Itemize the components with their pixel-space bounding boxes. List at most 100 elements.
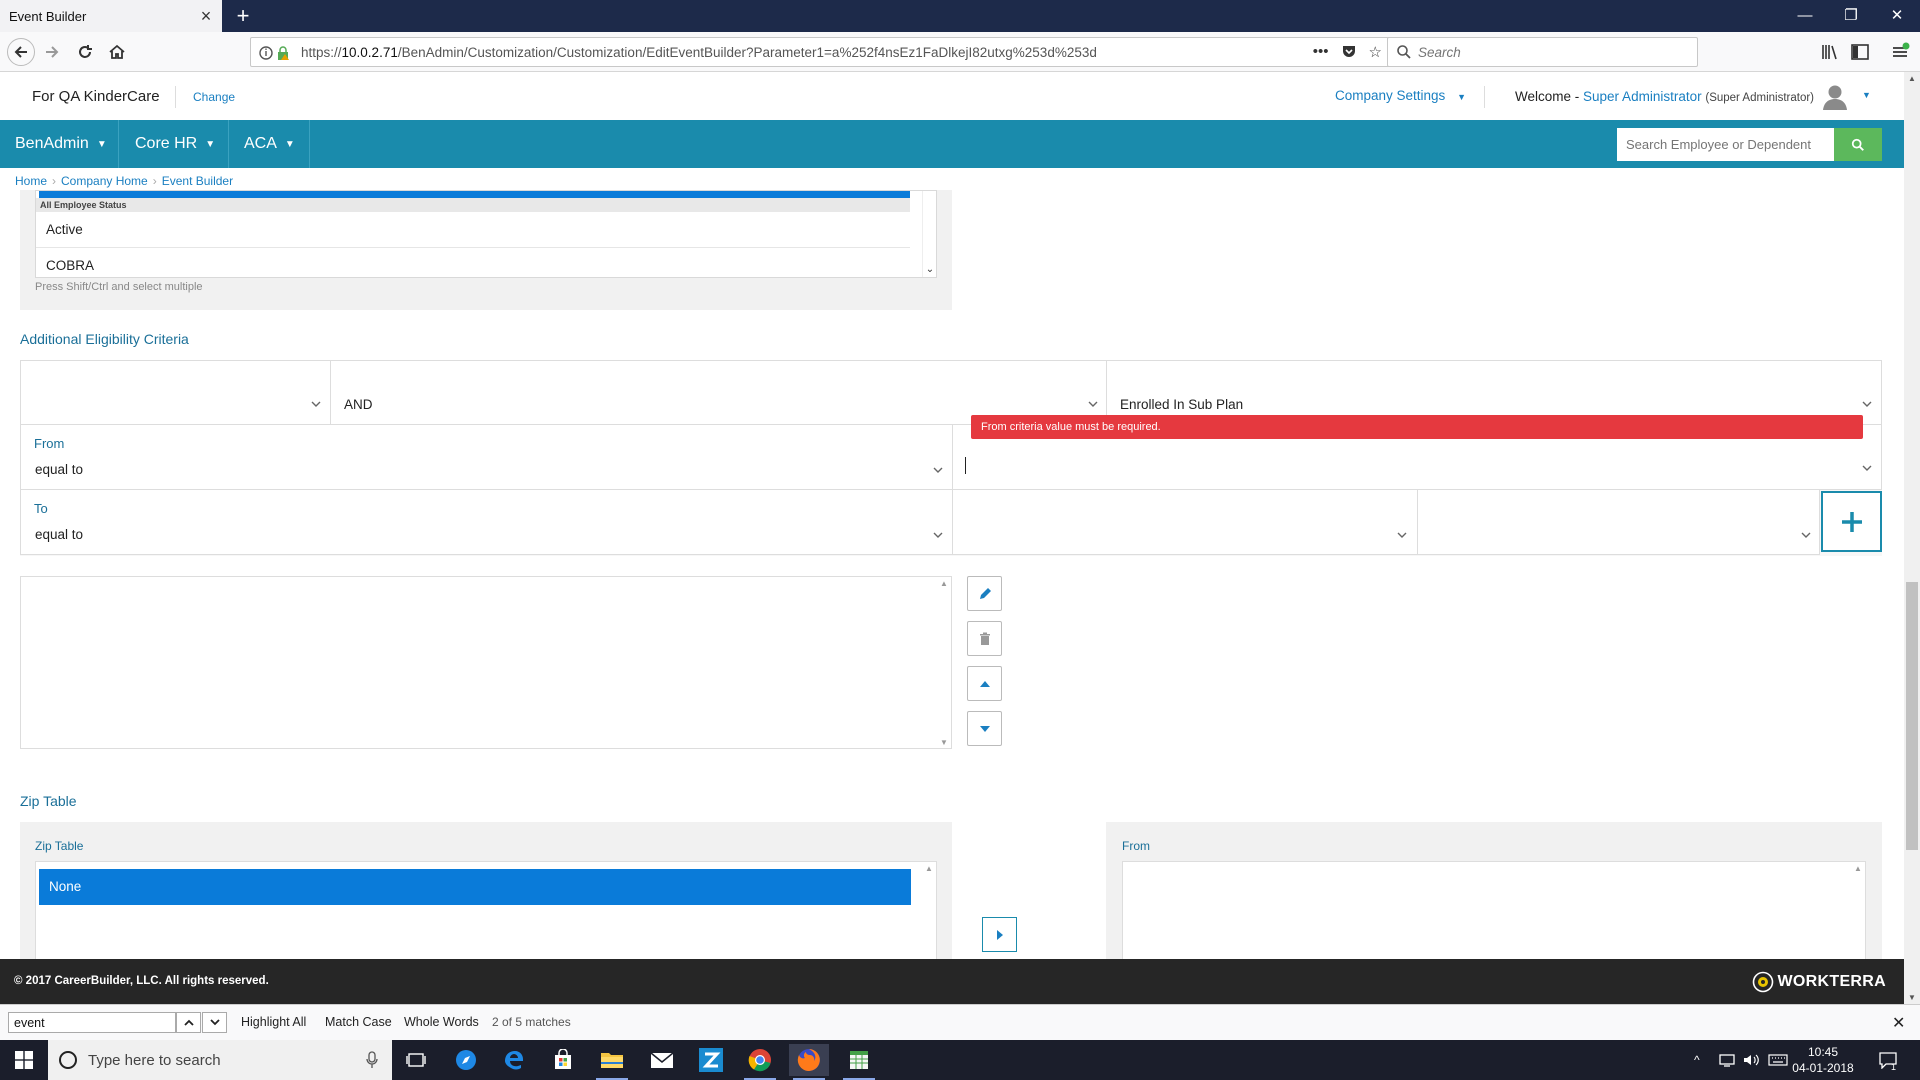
eligibility-section-title: Additional Eligibility Criteria [20, 331, 189, 347]
chevron-up-icon[interactable]: ▲ [922, 864, 936, 873]
zip-table-label: Zip Table [35, 839, 84, 853]
new-tab-icon[interactable]: + [230, 3, 256, 29]
menu-label: ACA [244, 135, 277, 152]
sidebar-icon[interactable] [1850, 42, 1870, 62]
copyright-text: © 2017 CareerBuilder, LLC. All rights re… [14, 975, 269, 987]
browser-tab-event-builder[interactable]: Event Builder × [0, 0, 222, 32]
list-scrollbar[interactable]: ▲ ▼ [937, 579, 951, 747]
to-value-select-2[interactable] [1417, 489, 1820, 555]
close-window-icon[interactable]: ✕ [1874, 0, 1920, 32]
company-settings-menu[interactable]: Company Settings ▼ [1335, 88, 1466, 103]
from-comparison-select[interactable]: From equal to [20, 424, 953, 490]
file-explorer-icon[interactable] [592, 1044, 632, 1080]
mail-icon[interactable] [642, 1044, 682, 1076]
list-scrollbar[interactable]: ⌄ [922, 191, 936, 277]
menu-aca[interactable]: ACA ▼ [229, 120, 309, 168]
match-case-toggle[interactable]: Match Case [325, 1015, 392, 1029]
task-view-icon[interactable] [396, 1044, 436, 1076]
browser-search-input[interactable] [1418, 42, 1688, 62]
bookmark-star-icon[interactable]: ☆ [1369, 43, 1382, 63]
user-role: (Super Administrator) [1705, 92, 1815, 104]
delete-criteria-button[interactable] [967, 621, 1002, 656]
criteria-type-value: Enrolled In Sub Plan [1120, 397, 1244, 412]
find-input[interactable] [8, 1012, 176, 1033]
start-button[interactable] [0, 1040, 48, 1080]
zip-section-title: Zip Table [20, 793, 77, 809]
pocket-icon[interactable] [1341, 43, 1357, 63]
restore-icon[interactable]: ❐ [1828, 0, 1874, 32]
move-right-button[interactable] [982, 917, 1017, 952]
add-criteria-button[interactable] [1821, 491, 1882, 552]
move-up-button[interactable] [967, 666, 1002, 701]
store-icon[interactable] [543, 1044, 583, 1076]
criteria-first-select[interactable] [20, 360, 331, 425]
z-app-icon[interactable] [691, 1044, 731, 1076]
scroll-down-icon[interactable]: ▼ [1904, 993, 1920, 1002]
windows-logo-icon [15, 1051, 33, 1069]
breadcrumb-event-builder[interactable]: Event Builder [162, 174, 233, 188]
search-icon [1851, 138, 1864, 151]
spreadsheet-app-icon[interactable] [839, 1044, 879, 1080]
chevron-up-icon [183, 1019, 194, 1026]
list-item[interactable]: Active [36, 212, 910, 248]
scroll-up-icon[interactable]: ▲ [1904, 74, 1920, 83]
change-company-link[interactable]: Change [193, 90, 235, 104]
avatar[interactable] [1820, 82, 1850, 112]
find-next-button[interactable] [202, 1012, 227, 1033]
find-match-count: 2 of 5 matches [492, 1015, 571, 1029]
page-scrollbar[interactable]: ▲ ▼ [1904, 72, 1920, 1004]
chevron-down-icon[interactable]: ⌄ [923, 264, 936, 275]
highlight-all-toggle[interactable]: Highlight All [241, 1015, 306, 1029]
trash-icon [979, 632, 990, 645]
menu-icon[interactable] [1890, 42, 1910, 62]
to-value-select-1[interactable] [952, 489, 1418, 555]
to-comparison-select[interactable]: To equal to [20, 489, 953, 555]
move-down-button[interactable] [967, 711, 1002, 746]
taskbar-search-box[interactable]: Type here to search [48, 1040, 392, 1080]
whole-words-toggle[interactable]: Whole Words [404, 1015, 479, 1029]
address-bar[interactable]: https://10.0.2.71/BenAdmin/Customization… [250, 37, 1391, 67]
zip-from-listbox[interactable]: ▲ [1122, 861, 1866, 959]
tab-title: Event Builder [9, 8, 87, 24]
show-hidden-icons[interactable]: ^ [1694, 1040, 1700, 1080]
firefox-icon[interactable] [789, 1044, 829, 1080]
employee-status-listbox[interactable]: All Employee Status Active COBRA ⌄ [35, 190, 937, 278]
user-name-link[interactable]: Super Administrator [1583, 89, 1702, 104]
browser-search-bar[interactable] [1387, 37, 1698, 67]
volume-icon[interactable] [1742, 1040, 1760, 1080]
reload-icon[interactable] [71, 38, 99, 66]
library-icon[interactable] [1820, 42, 1840, 62]
home-icon[interactable] [103, 38, 131, 66]
menu-core-hr[interactable]: Core HR ▼ [120, 120, 228, 168]
page-scrollbar-thumb[interactable] [1906, 582, 1918, 850]
close-tab-icon[interactable]: × [196, 6, 216, 26]
compass-app-icon[interactable] [446, 1044, 486, 1076]
user-menu-caret-icon[interactable]: ▼ [1862, 90, 1871, 100]
criteria-list-box[interactable]: ▲ ▼ [20, 576, 952, 749]
chevron-up-icon[interactable]: ▲ [1851, 864, 1865, 873]
network-icon[interactable] [1718, 1040, 1736, 1080]
edge-browser-icon[interactable] [494, 1044, 534, 1076]
action-center-icon[interactable]: 1 [1878, 1040, 1898, 1080]
microphone-icon[interactable] [366, 1051, 378, 1069]
employee-search-input[interactable] [1617, 128, 1834, 161]
breadcrumb-home[interactable]: Home [15, 174, 47, 188]
list-item[interactable]: COBRA [36, 248, 910, 277]
breadcrumb-company-home[interactable]: Company Home [61, 174, 148, 188]
zip-table-listbox[interactable]: None ▲ [35, 861, 937, 959]
system-clock[interactable]: 10:45 04-01-2018 [1785, 1044, 1861, 1076]
minimize-icon[interactable]: — [1782, 0, 1828, 32]
zip-option-selected[interactable]: None [39, 869, 911, 905]
site-info-icon[interactable] [259, 45, 291, 61]
find-previous-button[interactable] [176, 1012, 201, 1033]
chrome-icon[interactable] [740, 1044, 780, 1080]
menu-benadmin[interactable]: BenAdmin ▼ [0, 120, 118, 168]
welcome-text: Welcome - Super Administrator (Super Adm… [1515, 89, 1814, 104]
employee-search-button[interactable] [1834, 128, 1882, 161]
forward-icon[interactable] [38, 38, 66, 66]
search-icon [1397, 45, 1411, 59]
edit-criteria-button[interactable] [967, 576, 1002, 611]
page-actions-icon[interactable]: ••• [1313, 43, 1329, 63]
back-icon[interactable] [7, 38, 35, 66]
close-find-bar-icon[interactable]: ✕ [1892, 1013, 1905, 1033]
